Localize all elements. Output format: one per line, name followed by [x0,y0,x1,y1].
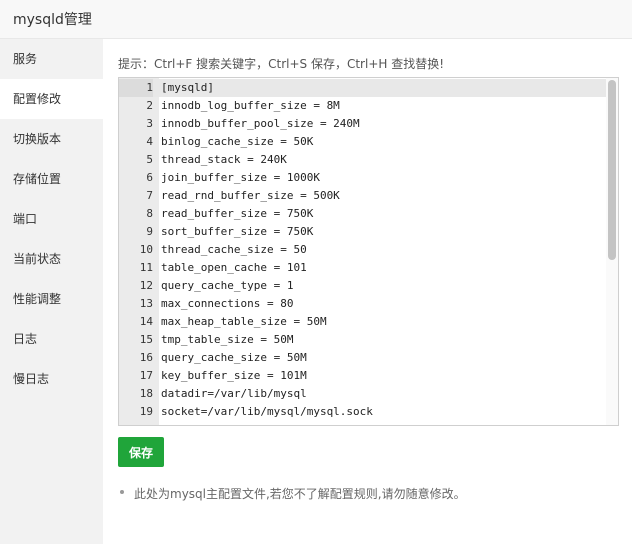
line-text[interactable]: read_buffer_size = 750K [161,205,313,223]
line-number: 17 [139,369,153,382]
line-number: 15 [139,333,153,346]
editor-line[interactable]: 13 max_connections = 80 [119,295,607,313]
editor-line[interactable]: 1 [mysqld] [119,79,607,97]
sidebar-item-config-edit[interactable]: 配置修改 [0,79,103,119]
editor-line[interactable]: 9 sort_buffer_size = 750K [119,223,607,241]
save-button[interactable]: 保存 [118,437,164,467]
window-titlebar: mysqld管理 [0,0,632,39]
line-text[interactable]: query_cache_size = 50M [161,349,307,367]
line-number: 9 [146,225,153,238]
line-number: 16 [139,351,153,364]
line-number: 8 [146,207,153,220]
editor-line[interactable]: 5 thread_stack = 240K [119,151,607,169]
line-number: 1 [119,79,153,97]
sidebar-item-storage-location[interactable]: 存储位置 [0,159,103,199]
line-number: 10 [139,243,153,256]
editor-line[interactable]: 4 binlog_cache_size = 50K [119,133,607,151]
line-number: 13 [139,297,153,310]
line-text[interactable]: binlog_cache_size = 50K [161,133,313,151]
line-text[interactable]: socket=/var/lib/mysql/mysql.sock [161,403,373,421]
line-text[interactable]: sort_buffer_size = 750K [161,223,313,241]
main-content: 提示：Ctrl+F 搜索关键字，Ctrl+S 保存，Ctrl+H 查找替换! 1… [103,39,632,544]
line-text[interactable]: read_rnd_buffer_size = 500K [161,187,340,205]
line-number: 14 [139,315,153,328]
sidebar-item-switch-version[interactable]: 切换版本 [0,119,103,159]
line-number: 3 [146,117,153,130]
code-area[interactable]: 1 [mysqld] 2 innodb_log_buffer_size = 8M 3 in… [119,78,607,425]
line-number: 18 [139,387,153,400]
line-text[interactable]: query_cache_type = 1 [161,277,293,295]
editor-line[interactable]: 15 tmp_table_size = 50M [119,331,607,349]
shortcut-hint: 提示：Ctrl+F 搜索关键字，Ctrl+S 保存，Ctrl+H 查找替换! [118,57,445,71]
line-number: 12 [139,279,153,292]
line-number: 5 [146,153,153,166]
editor-scrollbar[interactable] [606,78,618,425]
line-text[interactable]: max_heap_table_size = 50M [161,313,327,331]
editor-line[interactable]: 10 thread_cache_size = 50 [119,241,607,259]
line-text[interactable]: key_buffer_size = 101M [161,367,307,385]
editor-line[interactable]: 12 query_cache_type = 1 [119,277,607,295]
editor-line[interactable]: 11 table_open_cache = 101 [119,259,607,277]
editor-line[interactable]: 19 socket=/var/lib/mysql/mysql.sock [119,403,607,421]
note-text: 此处为mysql主配置文件,若您不了解配置规则,请勿随意修改。 [134,487,466,501]
editor-line[interactable]: 14 max_heap_table_size = 50M [119,313,607,331]
line-text[interactable]: thread_cache_size = 50 [161,241,307,259]
editor-line[interactable]: 16 query_cache_size = 50M [119,349,607,367]
sidebar: 服务 配置修改 切换版本 存储位置 端口 当前状态 性能调整 日志 慢日志 [0,39,103,544]
line-text[interactable]: max_connections = 80 [161,295,293,313]
editor-line[interactable]: 8 read_buffer_size = 750K [119,205,607,223]
sidebar-item-slow-log[interactable]: 慢日志 [0,359,103,399]
line-text[interactable]: thread_stack = 240K [161,151,287,169]
sidebar-item-service[interactable]: 服务 [0,39,103,79]
line-text[interactable]: innodb_log_buffer_size = 8M [161,97,340,115]
line-number: 2 [146,99,153,112]
sidebar-item-current-status[interactable]: 当前状态 [0,239,103,279]
line-number: 6 [146,171,153,184]
window-title: mysqld管理 [13,12,92,28]
line-text[interactable]: tmp_table_size = 50M [161,331,293,349]
sidebar-item-log[interactable]: 日志 [0,319,103,359]
line-number: 19 [139,405,153,418]
line-text[interactable]: table_open_cache = 101 [161,259,307,277]
config-editor[interactable]: 1 [mysqld] 2 innodb_log_buffer_size = 8M 3 in… [118,77,619,426]
notes-list: 此处为mysql主配置文件,若您不了解配置规则,请勿随意修改。 [118,485,466,502]
line-text[interactable]: [mysqld] [161,79,214,97]
line-text[interactable]: join_buffer_size = 1000K [161,169,320,187]
editor-line[interactable]: 7 read_rnd_buffer_size = 500K [119,187,607,205]
sidebar-item-performance-tuning[interactable]: 性能调整 [0,279,103,319]
line-text[interactable]: innodb_buffer_pool_size = 240M [161,115,360,133]
note-item: 此处为mysql主配置文件,若您不了解配置规则,请勿随意修改。 [118,485,466,502]
sidebar-item-port[interactable]: 端口 [0,199,103,239]
line-number: 11 [139,261,153,274]
bullet-icon [120,490,124,494]
editor-line[interactable]: 3 innodb_buffer_pool_size = 240M [119,115,607,133]
editor-line[interactable]: 2 innodb_log_buffer_size = 8M [119,97,607,115]
editor-line[interactable]: 18 datadir=/var/lib/mysql [119,385,607,403]
line-number: 7 [146,189,153,202]
line-number: 4 [146,135,153,148]
line-text[interactable]: datadir=/var/lib/mysql [161,385,307,403]
editor-line[interactable]: 6 join_buffer_size = 1000K [119,169,607,187]
editor-scrollbar-thumb[interactable] [608,80,616,260]
editor-line[interactable]: 17 key_buffer_size = 101M [119,367,607,385]
